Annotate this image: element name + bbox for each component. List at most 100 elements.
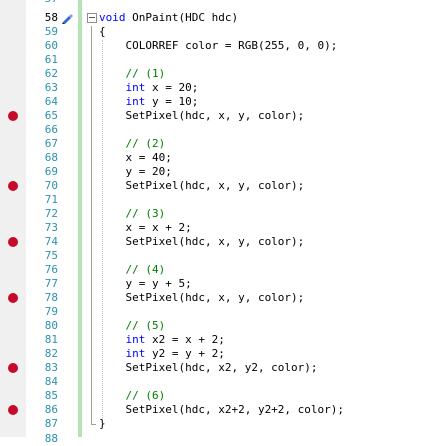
code-text[interactable]: y = 20; [99,165,172,179]
code-text[interactable]: { [99,25,106,39]
code-text[interactable]: void OnPaint(HDC hdc) [99,11,238,25]
code-text[interactable]: // (2) [99,137,165,151]
code-text[interactable]: } [99,417,106,431]
code-line[interactable]: 65 SetPixel(hdc, x, y, color); [0,109,426,123]
code-text[interactable]: SetPixel(hdc, x, y, color); [99,109,304,123]
code-line[interactable]: 74 SetPixel(hdc, x, y, color); [0,235,426,249]
breakpoint-icon[interactable] [8,405,18,415]
breakpoint-icon[interactable] [8,181,18,191]
code-line[interactable]: 86 SetPixel(hdc, x2+2, y2+2, color); [0,403,426,417]
code-text[interactable]: int y2 = y + 2; [99,347,225,361]
code-token: y = y + 5; [99,277,192,290]
code-line[interactable]: 81 int x2 = x + 2; [0,333,426,347]
code-line[interactable]: 62 // (1) [0,67,426,81]
code-text[interactable]: SetPixel(hdc, x, y, color); [99,291,304,305]
code-line[interactable]: 84 [0,375,426,389]
code-line[interactable]: 73 x = x + 2; [0,221,426,235]
code-text[interactable]: SetPixel(hdc, x2+2, y2+2, color); [99,403,344,417]
code-token: SetPixel(hdc, x2, y2, color); [99,361,318,374]
code-line[interactable]: 71 [0,193,426,207]
code-line[interactable]: 69 y = 20; [0,165,426,179]
code-line[interactable]: 63 int x = 20; [0,81,426,95]
breakpoint-icon[interactable] [8,293,18,303]
code-text[interactable]: COLORREF color = RGB(255, 0, 0); [99,39,337,53]
code-line[interactable]: 70 SetPixel(hdc, x, y, color); [0,179,426,193]
code-text[interactable]: int x2 = x + 2; [99,333,224,347]
code-text[interactable]: // (4) [99,263,165,277]
line-number: 73 [44,221,58,234]
line-number: 82 [44,347,58,360]
code-token: SetPixel(hdc, x2+2, y2+2, color); [99,403,345,416]
line-number: 62 [44,67,58,80]
breakpoint-icon[interactable] [8,363,18,373]
code-text[interactable]: SetPixel(hdc, x2, y2, color); [99,361,318,375]
line-number: 59 [44,25,58,38]
code-line[interactable]: 59 { [0,25,426,39]
line-number: 58 [44,11,58,24]
line-number: 64 [44,95,58,108]
code-line[interactable]: 60 COLORREF color = RGB(255, 0, 0); [0,39,426,53]
code-token: { [99,25,106,38]
line-number: 70 [44,179,58,192]
code-text[interactable]: // (5) [99,319,165,333]
code-line[interactable]: 75 [0,249,426,263]
line-number: 76 [44,263,58,276]
code-token: x = x + 2; [99,221,192,234]
line-number: 85 [44,389,58,402]
line-number: 77 [44,277,58,290]
code-line[interactable]: 68 x = 40; [0,151,426,165]
keyword-token: int [99,81,146,94]
code-text[interactable]: SetPixel(hdc, x, y, color); [99,179,304,193]
code-token: y = 10; [145,95,199,108]
code-line[interactable]: 72 // (3) [0,207,426,221]
line-number: 88 [44,432,58,445]
line-number: 81 [44,333,58,346]
code-line[interactable]: 78 SetPixel(hdc, x, y, color); [0,291,426,305]
code-token: } [99,417,106,430]
code-text[interactable]: // (6) [99,389,165,403]
code-text[interactable]: // (1) [99,67,165,81]
line-number: 83 [44,361,58,374]
code-line[interactable]: 61 [0,53,426,67]
code-token: SetPixel(hdc, x, y, color); [99,235,305,248]
code-token: x = 20; [145,81,199,94]
code-text[interactable]: x = x + 2; [99,221,192,235]
code-token: COLORREF color = RGB(255, 0, 0); [99,39,338,52]
code-line[interactable]: 79 [0,305,426,319]
code-line[interactable]: 80 // (5) [0,319,426,333]
line-number: 86 [44,403,58,416]
line-number: 66 [44,123,58,136]
code-line[interactable]: 64 int y = 10; [0,95,426,109]
code-text[interactable]: x = 40; [99,151,171,165]
code-token: y = 20; [99,165,172,178]
code-text[interactable]: int x = 20; [99,81,198,95]
line-number: 57 [30,0,58,6]
line-number: 69 [44,165,58,178]
keyword-token: int [99,95,146,108]
line-number: 74 [44,235,58,248]
code-line[interactable]: 83 SetPixel(hdc, x2, y2, color); [0,361,426,375]
code-editor[interactable]: 57 58 void OnPaint(HDC hdc) 59 {60 COLORREF… [0,0,426,445]
code-line[interactable]: 58 void OnPaint(HDC hdc) [0,11,426,25]
breakpoint-icon[interactable] [8,237,18,247]
edit-pencil-icon[interactable] [60,11,74,25]
code-token: SetPixel(hdc, x, y, color); [99,179,305,192]
code-text[interactable]: int y = 10; [99,95,198,109]
code-line[interactable]: 87} [0,417,426,431]
code-text[interactable]: SetPixel(hdc, x, y, color); [99,235,304,249]
code-line[interactable]: 76 // (4) [0,263,426,277]
code-line[interactable]: 82 int y2 = y + 2; [0,347,426,361]
breakpoint-icon[interactable] [8,111,18,121]
line-number: 79 [44,305,58,318]
collapse-toggle-icon[interactable] [87,13,97,23]
line-number: 71 [44,193,58,206]
code-line[interactable]: 85 // (6) [0,389,426,403]
code-token: y2 = y + 2; [145,347,225,360]
code-line[interactable]: 77 y = y + 5; [0,277,426,291]
code-text[interactable]: // (3) [99,207,165,221]
line-number: 80 [44,319,58,332]
code-line[interactable]: 66 [0,123,426,137]
code-text[interactable]: y = y + 5; [99,277,192,291]
code-line[interactable]: 67 // (2) [0,137,426,151]
keyword-token: int [99,347,146,360]
